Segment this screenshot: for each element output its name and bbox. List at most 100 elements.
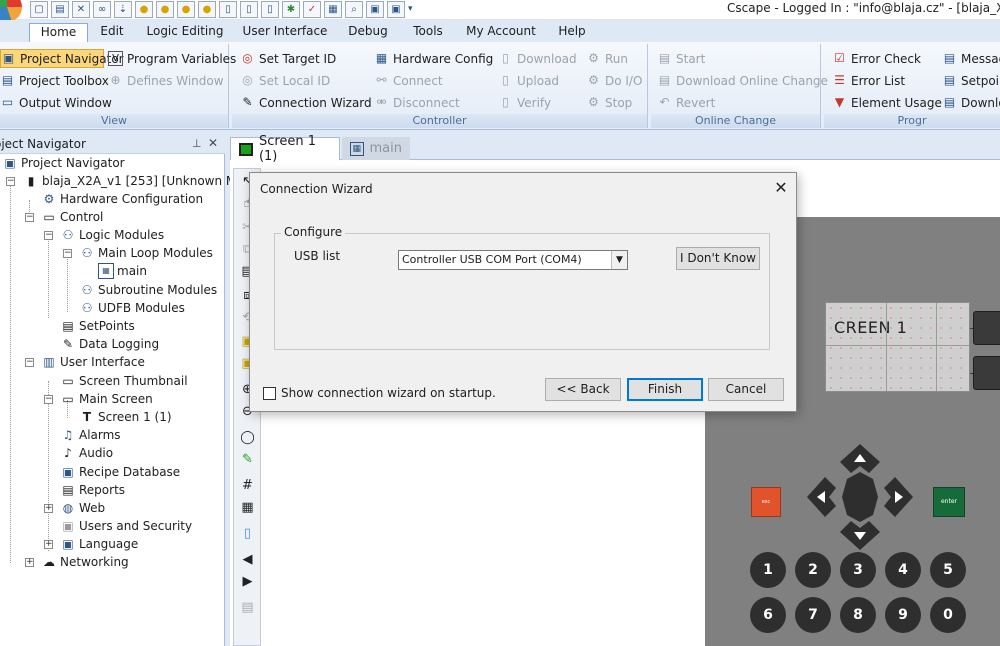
- tab-debug[interactable]: Debug: [343, 23, 393, 42]
- traffic-light-icon[interactable]: ●: [156, 1, 174, 18]
- doc-icon[interactable]: ▯: [261, 1, 279, 18]
- tree-item-logic-modules[interactable]: ⚇ Logic Modules: [60, 226, 164, 244]
- tree-item-control[interactable]: ▭ Control: [41, 208, 103, 226]
- tree-item-user-interface[interactable]: ▥ User Interface: [41, 353, 145, 371]
- tree-item-recipe-database[interactable]: ▣ Recipe Database: [60, 463, 180, 481]
- hmi-screen[interactable]: CREEN 1: [825, 302, 970, 392]
- function-key-top[interactable]: [973, 311, 1000, 345]
- enter-key[interactable]: enter: [933, 487, 965, 517]
- link-icon[interactable]: ∞: [93, 1, 111, 18]
- connection-wizard-button[interactable]: ✎ Connection Wizard: [240, 93, 371, 112]
- error-check-button[interactable]: ☑ Error Check: [832, 49, 921, 68]
- collapse-toggle[interactable]: −: [63, 249, 72, 258]
- app-logo[interactable]: [0, 0, 22, 22]
- direction-pad[interactable]: [805, 442, 915, 552]
- close-icon[interactable]: ✕: [208, 136, 218, 150]
- expand-toggle[interactable]: +: [25, 558, 34, 567]
- project-toolbox-button[interactable]: ▤ Project Toolbox: [0, 71, 109, 90]
- tree-item-main-screen[interactable]: ▭ Main Screen: [60, 390, 152, 408]
- usb-list-select[interactable]: Controller USB COM Port (COM4) ▼: [398, 250, 628, 270]
- cancel-button[interactable]: Cancel: [708, 378, 784, 401]
- number-key[interactable]: 6: [750, 597, 786, 633]
- tab-help[interactable]: Help: [552, 23, 592, 42]
- tree-item-main-loop-modules[interactable]: ⚇ Main Loop Modules: [79, 244, 213, 262]
- program-variables-button[interactable]: V Program Variables: [108, 49, 236, 68]
- collapse-toggle[interactable]: −: [44, 395, 53, 404]
- program-download-button[interactable]: ▤ Downlo: [942, 93, 1000, 112]
- stop-button[interactable]: ⚙ Stop: [586, 93, 632, 112]
- element-usage-button[interactable]: ▼ Element Usage: [832, 93, 942, 112]
- ruler-icon[interactable]: ▯: [237, 523, 258, 544]
- message-button[interactable]: ▤ Messag: [942, 49, 1000, 68]
- error-list-button[interactable]: ☰ Error List: [832, 71, 905, 90]
- set-target-id-button[interactable]: ◎ Set Target ID: [240, 49, 336, 68]
- tab-tools[interactable]: Tools: [406, 23, 450, 42]
- lock-icon[interactable]: ▣: [387, 1, 405, 18]
- connect-button[interactable]: ⚯ Connect: [374, 71, 442, 90]
- properties-icon[interactable]: ▤: [237, 597, 258, 618]
- tree-item-setpoints[interactable]: ▤ SetPoints: [60, 317, 134, 335]
- collapse-toggle[interactable]: −: [25, 358, 34, 367]
- open-icon[interactable]: ▤: [51, 1, 69, 18]
- tree-item-networking[interactable]: ☁ Networking: [41, 553, 129, 571]
- function-key-bottom[interactable]: [973, 356, 1000, 390]
- tree-item-subroutine-modules[interactable]: ⚇ Subroutine Modules: [79, 281, 218, 299]
- expand-toggle[interactable]: +: [44, 504, 53, 513]
- traffic-light-icon[interactable]: ●: [177, 1, 195, 18]
- doc-icon[interactable]: ▯: [240, 1, 258, 18]
- verify-button[interactable]: ▯ Verify: [498, 93, 551, 112]
- number-key[interactable]: 0: [930, 597, 966, 633]
- comment-icon[interactable]: ◯: [237, 427, 258, 448]
- number-key[interactable]: 2: [795, 552, 831, 588]
- tree-item-root[interactable]: ▣ Project Navigator: [2, 154, 124, 172]
- grid-fine-icon[interactable]: ▦: [237, 497, 258, 518]
- collapse-toggle[interactable]: −: [25, 213, 34, 222]
- run-button[interactable]: ⚙ Run: [586, 49, 628, 68]
- number-key[interactable]: 7: [795, 597, 831, 633]
- tree-item-data-logging[interactable]: ✎ Data Logging: [60, 335, 159, 353]
- number-key[interactable]: 4: [885, 552, 921, 588]
- tree-item-web[interactable]: ◍ Web: [60, 499, 105, 517]
- revert-button[interactable]: ↶ Revert: [657, 93, 715, 112]
- set-local-id-button[interactable]: ◎ Set Local ID: [240, 71, 330, 90]
- tree-item-udfb-modules[interactable]: ⚇ UDFB Modules: [79, 299, 185, 317]
- tab-logic-editing[interactable]: Logic Editing: [145, 23, 225, 42]
- tree-item-alarms[interactable]: ♫ Alarms: [60, 426, 121, 444]
- tab-my-account[interactable]: My Account: [464, 23, 538, 42]
- doc-tab-screen-1[interactable]: Screen 1 (1): [230, 134, 340, 164]
- hardware-config-button[interactable]: ▦ Hardware Config: [374, 49, 493, 68]
- traffic-light-icon[interactable]: ●: [198, 1, 216, 18]
- doc-tab-main[interactable]: ▦ main: [342, 137, 410, 160]
- download-online-change-button[interactable]: ▤ Download Online Change: [657, 71, 828, 90]
- tree-item-language[interactable]: ▣ Language: [60, 535, 138, 553]
- start-button[interactable]: ▤ Start: [657, 49, 706, 68]
- tree-item-screen-1[interactable]: T Screen 1 (1): [79, 408, 172, 426]
- tree-item-hardware-configuration[interactable]: ⚙ Hardware Configuration: [41, 190, 204, 208]
- chart-icon[interactable]: ▦: [324, 1, 342, 18]
- edit-icon[interactable]: ✎: [237, 449, 258, 470]
- tab-user-interface[interactable]: User Interface: [240, 23, 330, 42]
- esc-key[interactable]: esc: [751, 487, 781, 517]
- chevron-down-icon[interactable]: ▼: [611, 251, 627, 269]
- tree-item-project[interactable]: ▮ blaja_X2A_v1 [253] [Unknown Mod: [23, 172, 252, 190]
- download-button[interactable]: ▯ Download: [498, 49, 576, 68]
- tab-home[interactable]: Home: [29, 23, 88, 42]
- project-navigator-button[interactable]: ▣ Project Navigator: [0, 49, 124, 68]
- search-icon[interactable]: ⌕: [345, 1, 363, 18]
- check-icon[interactable]: ✓: [303, 1, 321, 18]
- traffic-light-icon[interactable]: ●: [135, 1, 153, 18]
- finish-button[interactable]: Finish: [627, 378, 703, 401]
- number-key[interactable]: 1: [750, 552, 786, 588]
- new-icon[interactable]: ▢: [30, 1, 48, 18]
- expand-toggle[interactable]: +: [44, 540, 53, 549]
- tab-edit[interactable]: Edit: [93, 23, 131, 42]
- collapse-toggle[interactable]: −: [44, 231, 53, 240]
- number-key[interactable]: 8: [840, 597, 876, 633]
- number-key[interactable]: 9: [885, 597, 921, 633]
- doc-icon[interactable]: ▯: [219, 1, 237, 18]
- tree-item-audio[interactable]: ♪ Audio: [60, 444, 113, 462]
- back-button[interactable]: << Back: [545, 378, 621, 401]
- pin-icon[interactable]: ⊥: [192, 137, 202, 150]
- number-key[interactable]: 3: [840, 552, 876, 588]
- tree-item-reports[interactable]: ▤ Reports: [60, 481, 125, 499]
